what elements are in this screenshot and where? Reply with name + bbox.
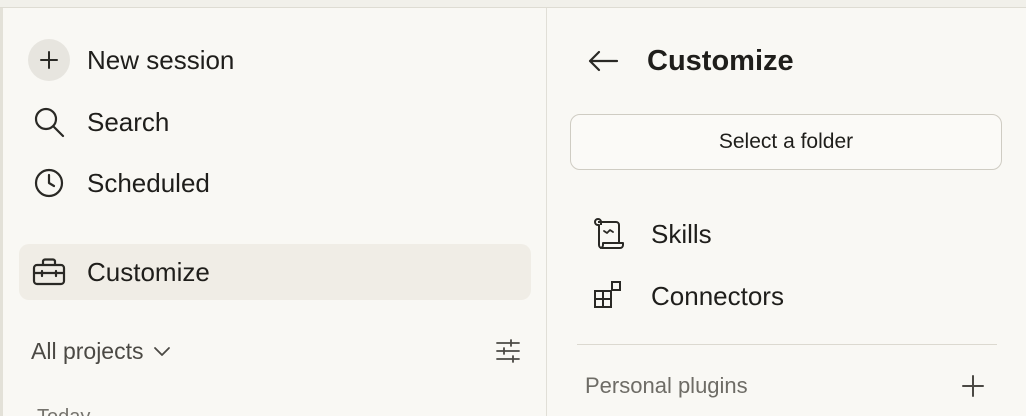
connectors-label: Connectors [651, 280, 784, 311]
add-plugin-button[interactable] [961, 374, 985, 398]
chevron-down-icon [154, 347, 171, 356]
scheduled-button[interactable]: Scheduled [19, 155, 531, 211]
scroll-icon [591, 217, 625, 251]
window-top-border [0, 0, 1026, 8]
projects-row: All projects [31, 336, 521, 366]
section-today-heading: Today [37, 406, 90, 416]
search-button[interactable]: Search [19, 94, 531, 150]
filter-sliders-icon[interactable] [495, 339, 521, 363]
connectors-item[interactable]: Connectors [591, 273, 784, 319]
toolbox-icon [28, 251, 70, 293]
skills-item[interactable]: Skills [591, 211, 712, 257]
skills-label: Skills [651, 218, 712, 249]
page-title: Customize [647, 44, 794, 77]
plus-icon [962, 375, 984, 397]
sidebar: New session Search Scheduled Customize A… [3, 8, 546, 416]
new-session-button[interactable]: New session [19, 32, 531, 88]
arrow-left-icon[interactable] [587, 49, 619, 73]
app-window: New session Search Scheduled Customize A… [0, 0, 1026, 416]
customize-button[interactable]: Customize [19, 244, 531, 300]
select-folder-button[interactable]: Select a folder [570, 114, 1002, 170]
new-session-label: New session [87, 44, 235, 75]
blocks-icon [591, 279, 625, 313]
scheduled-label: Scheduled [87, 167, 210, 198]
all-projects-dropdown[interactable]: All projects [31, 338, 171, 365]
customize-label: Customize [87, 256, 210, 287]
search-icon [28, 101, 70, 143]
clock-icon [28, 162, 70, 204]
personal-plugins-heading: Personal plugins [585, 373, 748, 398]
panel-section-divider [577, 344, 997, 345]
panel-header: Customize [587, 38, 794, 84]
all-projects-label: All projects [31, 337, 144, 364]
customize-panel: Customize Select a folder Skills Connect… [547, 8, 1026, 416]
plus-icon [28, 39, 70, 81]
personal-plugins-row: Personal plugins [585, 368, 985, 404]
search-label: Search [87, 106, 170, 137]
